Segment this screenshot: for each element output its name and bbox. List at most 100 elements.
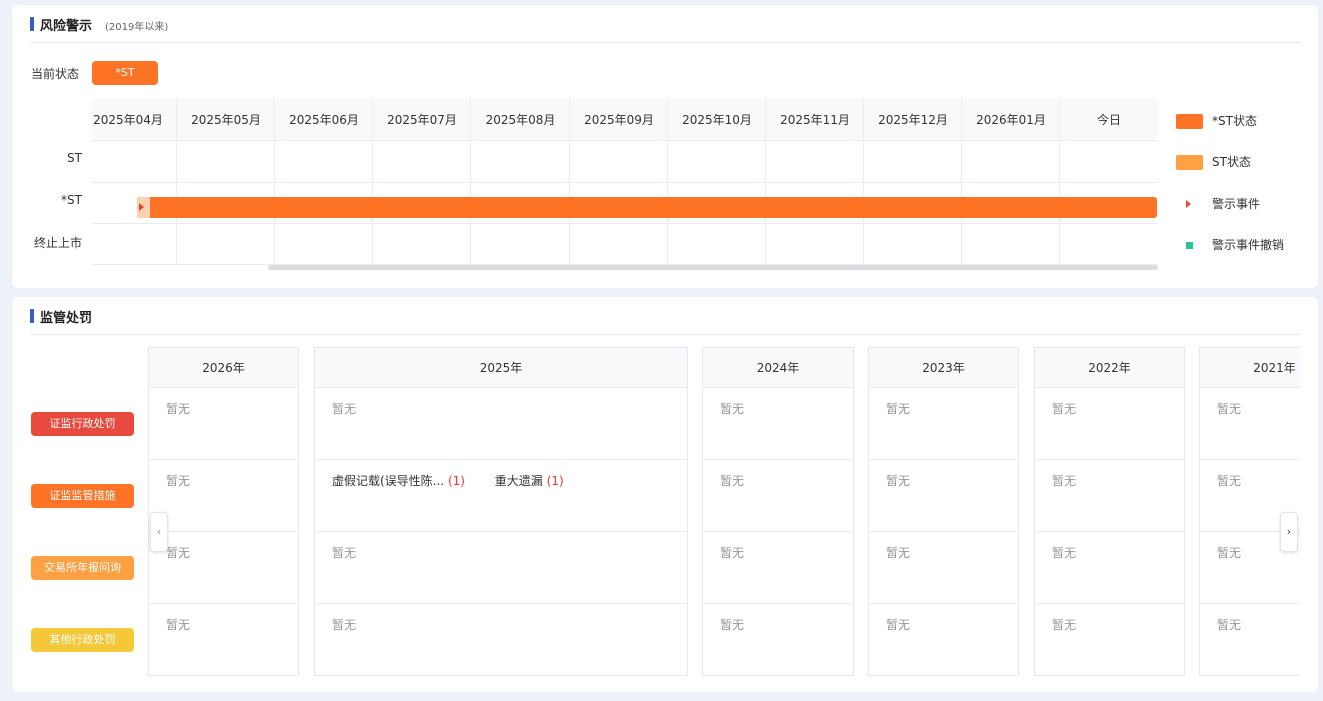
penalty-cell: 虚假记载(误导性陈... (1) 重大遗漏 (1) [315,460,687,532]
category-csrc-supervision[interactable]: 证监监管措施 [31,484,134,508]
penalty-cell: 暂无 [149,604,298,676]
penalty-cell: 暂无 [703,604,853,676]
row-label-star-st: *ST [61,193,82,207]
penalty-cell: 暂无 [149,388,298,460]
penalty-cell: 暂无 [703,532,853,604]
current-status-badge[interactable]: *ST [92,61,158,85]
penalty-cell: 暂无 [315,388,687,460]
penalty-cell: 暂无 [1035,460,1184,532]
light-orange-swatch-icon [1176,155,1203,170]
month-label: 2025年11月 [780,113,850,127]
empty-text: 暂无 [720,546,745,560]
penalty-item-count: (1) [546,474,564,488]
empty-text: 暂无 [166,618,191,632]
current-status-label: 当前状态 [31,67,80,81]
year-header: 2023年 [869,348,1018,388]
empty-text: 暂无 [1217,474,1242,488]
risk-timeline: 2025年04月 2025年05月 2025年06月 2025年07月 2025… [92,99,1158,265]
empty-text: 暂无 [720,402,745,416]
empty-text: 暂无 [332,618,357,632]
red-triangle-icon [1186,200,1191,208]
empty-text: 暂无 [1052,402,1077,416]
penalty-cell: 暂无 [315,604,687,676]
legend-label: ST状态 [1212,155,1251,169]
orange-swatch-icon [1176,114,1203,129]
category-other-admin-penalty[interactable]: 其他行政处罚 [31,628,134,652]
empty-text: 暂无 [166,402,191,416]
month-label: 2025年12月 [878,113,948,127]
penalty-item-link[interactable]: 虚假记载(误导性陈... (1) [332,474,465,488]
risk-panel-title: 风险警示 [40,19,93,34]
penalty-cell: 暂无 [1200,604,1300,676]
empty-text: 暂无 [886,546,911,560]
year-header: 2025年 [315,348,687,388]
penalty-cell: 暂无 [1035,604,1184,676]
year-card-2023: 2023年 暂无 暂无 暂无 暂无 [868,347,1019,676]
year-card-2025: 2025年 暂无 虚假记载(误导性陈... (1) 重大遗漏 (1) 暂无 暂无 [314,347,688,676]
empty-text: 暂无 [166,546,191,560]
month-label: 2025年06月 [289,113,359,127]
month-label: 今日 [1096,113,1121,127]
green-square-icon [1186,242,1193,249]
legend-label: 警示事件撤销 [1212,238,1285,252]
penalty-item-text: 重大遗漏 [494,474,543,488]
year-header: 2021年 [1200,348,1300,388]
penalty-year-scroller: 2026年 暂无 暂无 暂无 暂无 2025年 暂无 虚假记载(误导性陈... … [148,347,1300,677]
month-label: 2025年09月 [584,113,654,127]
risk-warning-panel: 风险警示 (2019年以来) 当前状态 *ST ST *ST 终止上市 2025… [12,5,1318,288]
scroll-right-chevron-icon[interactable]: › [1280,512,1298,552]
year-header: 2026年 [149,348,298,388]
empty-text: 暂无 [1217,618,1242,632]
year-card-2024: 2024年 暂无 暂无 暂无 暂无 [702,347,854,676]
month-label: 2026年01月 [976,113,1046,127]
year-header: 2024年 [703,348,853,388]
month-label: 2025年04月 [93,113,163,127]
penalty-cell: 暂无 [1035,532,1184,604]
penalty-cell: 暂无 [149,532,298,604]
legend-label: 警示事件 [1212,197,1261,211]
penalty-panel-header: 监管处罚 [30,297,1300,335]
section-marker [30,17,34,31]
year-card-2026: 2026年 暂无 暂无 暂无 暂无 [148,347,299,676]
penalty-panel-title: 监管处罚 [40,311,93,326]
empty-text: 暂无 [886,402,911,416]
empty-text: 暂无 [886,474,911,488]
empty-text: 暂无 [1217,402,1242,416]
star-st-status-bar[interactable] [150,197,1157,218]
month-label: 2025年08月 [485,113,556,127]
penalty-cell: 暂无 [703,460,853,532]
regulatory-penalty-panel: 监管处罚 证监行政处罚 证监监管措施 交易所年报问询 其他行政处罚 2026年 … [12,297,1318,692]
penalty-cell: 暂无 [869,460,1018,532]
penalty-cell: 暂无 [869,532,1018,604]
empty-text: 暂无 [1052,546,1077,560]
row-label-st: ST [67,151,82,165]
star-st-start-segment[interactable] [137,197,151,218]
month-label: 2025年05月 [191,113,261,127]
category-csrc-admin-penalty[interactable]: 证监行政处罚 [31,412,134,436]
section-marker [30,309,34,323]
legend-label: *ST状态 [1212,114,1257,128]
year-card-2022: 2022年 暂无 暂无 暂无 暂无 [1034,347,1185,676]
row-label-delisted: 终止上市 [33,236,82,250]
empty-text: 暂无 [1052,474,1077,488]
empty-text: 暂无 [332,546,357,560]
month-label: 2025年10月 [682,113,752,127]
empty-text: 暂无 [1217,546,1242,560]
penalty-item-count: (1) [447,474,465,488]
category-exchange-inquiry[interactable]: 交易所年报问询 [31,556,134,580]
penalty-cell: 暂无 [869,604,1018,676]
empty-text: 暂无 [886,618,911,632]
empty-text: 暂无 [1052,618,1077,632]
risk-panel-header: 风险警示 (2019年以来) [30,5,1300,43]
penalty-cell: 暂无 [869,388,1018,460]
penalty-cell: 暂无 [149,460,298,532]
empty-text: 暂无 [166,474,191,488]
scroll-left-chevron-icon[interactable]: ‹ [150,512,168,552]
penalty-item-link[interactable]: 重大遗漏 (1) [495,474,564,488]
empty-text: 暂无 [332,402,357,416]
risk-panel-subtitle: (2019年以来) [105,22,169,33]
empty-text: 暂无 [720,474,745,488]
warning-event-triangle-icon[interactable] [139,203,144,211]
penalty-cell: 暂无 [1200,388,1300,460]
timeline-horizontal-scrollbar[interactable] [268,265,1158,270]
